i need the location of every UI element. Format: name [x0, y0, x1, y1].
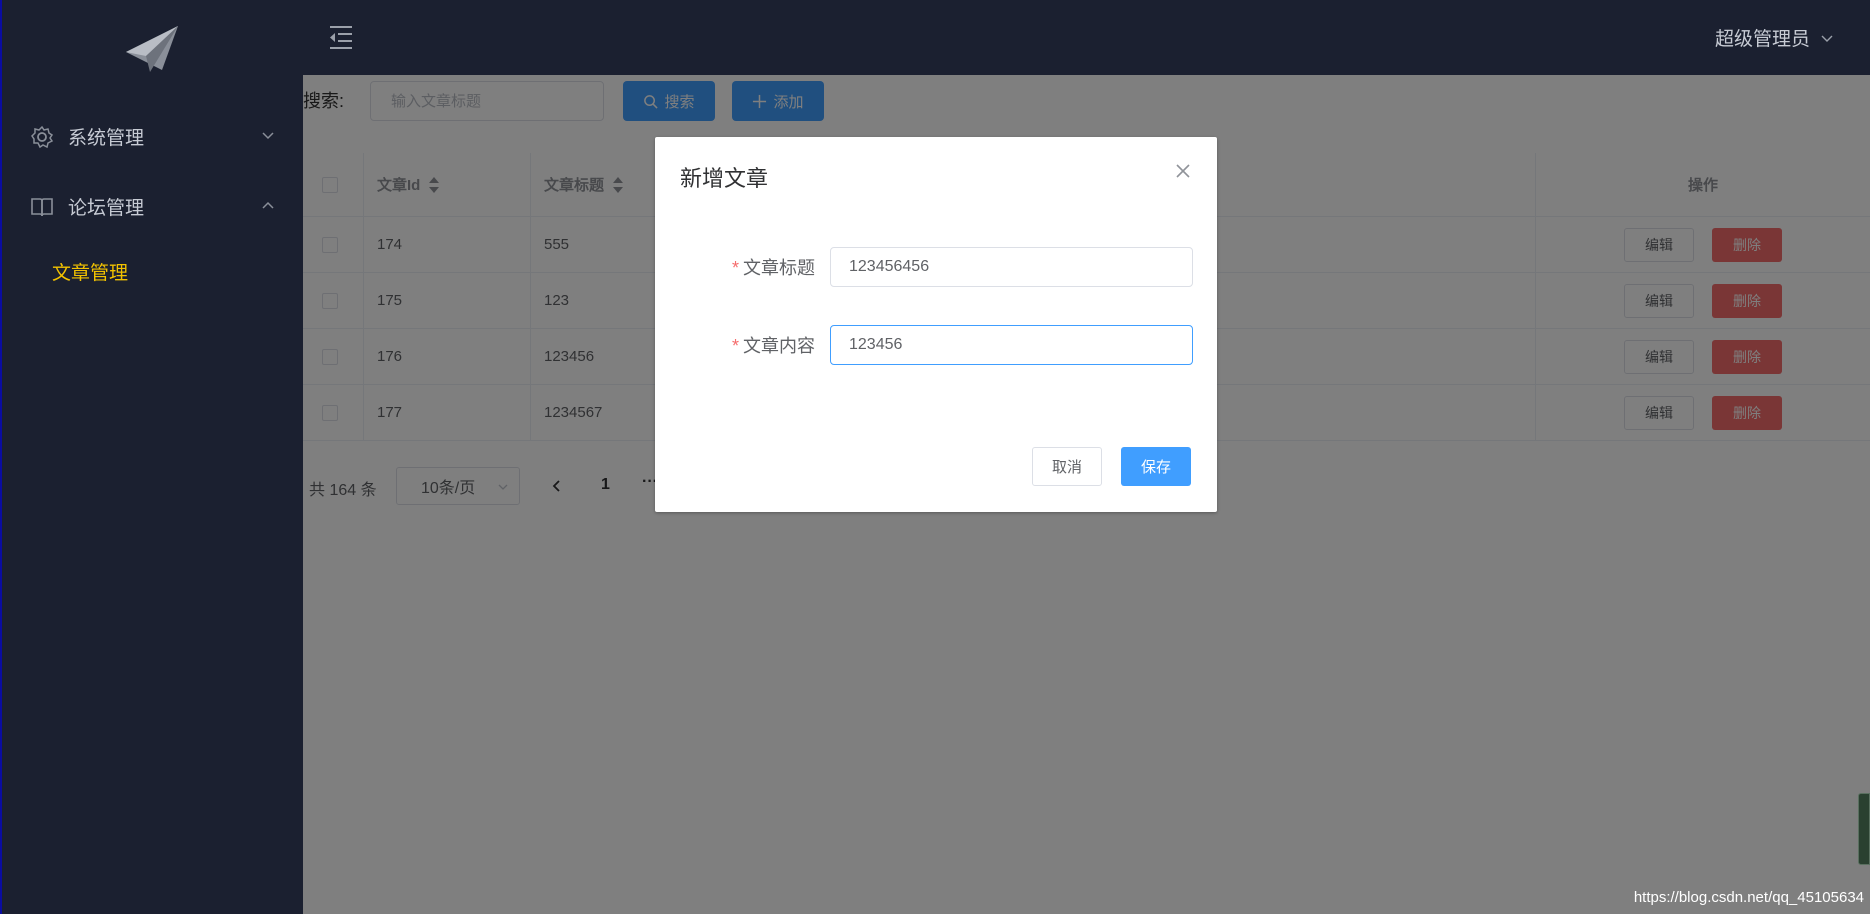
add-article-dialog: 新增文章 *文章标题 *文章内容 取消 保存 — [655, 137, 1217, 512]
article-title-input[interactable] — [830, 247, 1193, 287]
chevron-up-icon — [262, 201, 274, 209]
watermark: https://blog.csdn.net/qq_45105634 — [1633, 889, 1864, 906]
dialog-title: 新增文章 — [680, 166, 769, 191]
title-field-label: * 文章标题 — [655, 254, 815, 280]
side-widget[interactable] — [1858, 793, 1870, 865]
menu-item-system[interactable]: 系统管理 — [2, 107, 305, 167]
content-field-label: * 文章内容 — [655, 332, 815, 358]
user-menu[interactable]: 超级管理员 — [1715, 24, 1834, 51]
menu-item-forum-label: 论坛管理 — [68, 198, 145, 219]
cancel-button[interactable]: 取消 — [1032, 447, 1102, 486]
book-icon — [31, 198, 53, 217]
chevron-down-icon — [1821, 35, 1833, 42]
menu-item-forum[interactable]: 论坛管理 — [2, 177, 305, 237]
chevron-down-icon — [262, 132, 274, 140]
content-field-label-text: 文章内容 — [743, 336, 815, 356]
submenu-item-articles[interactable]: 文章管理 — [2, 248, 305, 292]
paper-plane-icon[interactable] — [126, 26, 178, 74]
sidebar: 系统管理 论坛管理 文章管理 — [0, 0, 303, 914]
close-icon[interactable] — [1175, 163, 1191, 179]
menu-collapse-icon[interactable] — [328, 24, 354, 50]
top-header: 超级管理员 — [303, 0, 1870, 75]
article-content-input[interactable] — [830, 325, 1193, 365]
submenu-item-articles-label: 文章管理 — [52, 263, 129, 284]
user-name: 超级管理员 — [1714, 29, 1810, 50]
menu-item-system-label: 系统管理 — [68, 128, 145, 149]
gear-icon — [31, 125, 54, 149]
save-button[interactable]: 保存 — [1121, 447, 1191, 486]
title-field-label-text: 文章标题 — [743, 258, 815, 278]
required-mark: * — [731, 336, 739, 356]
required-mark: * — [731, 258, 739, 278]
